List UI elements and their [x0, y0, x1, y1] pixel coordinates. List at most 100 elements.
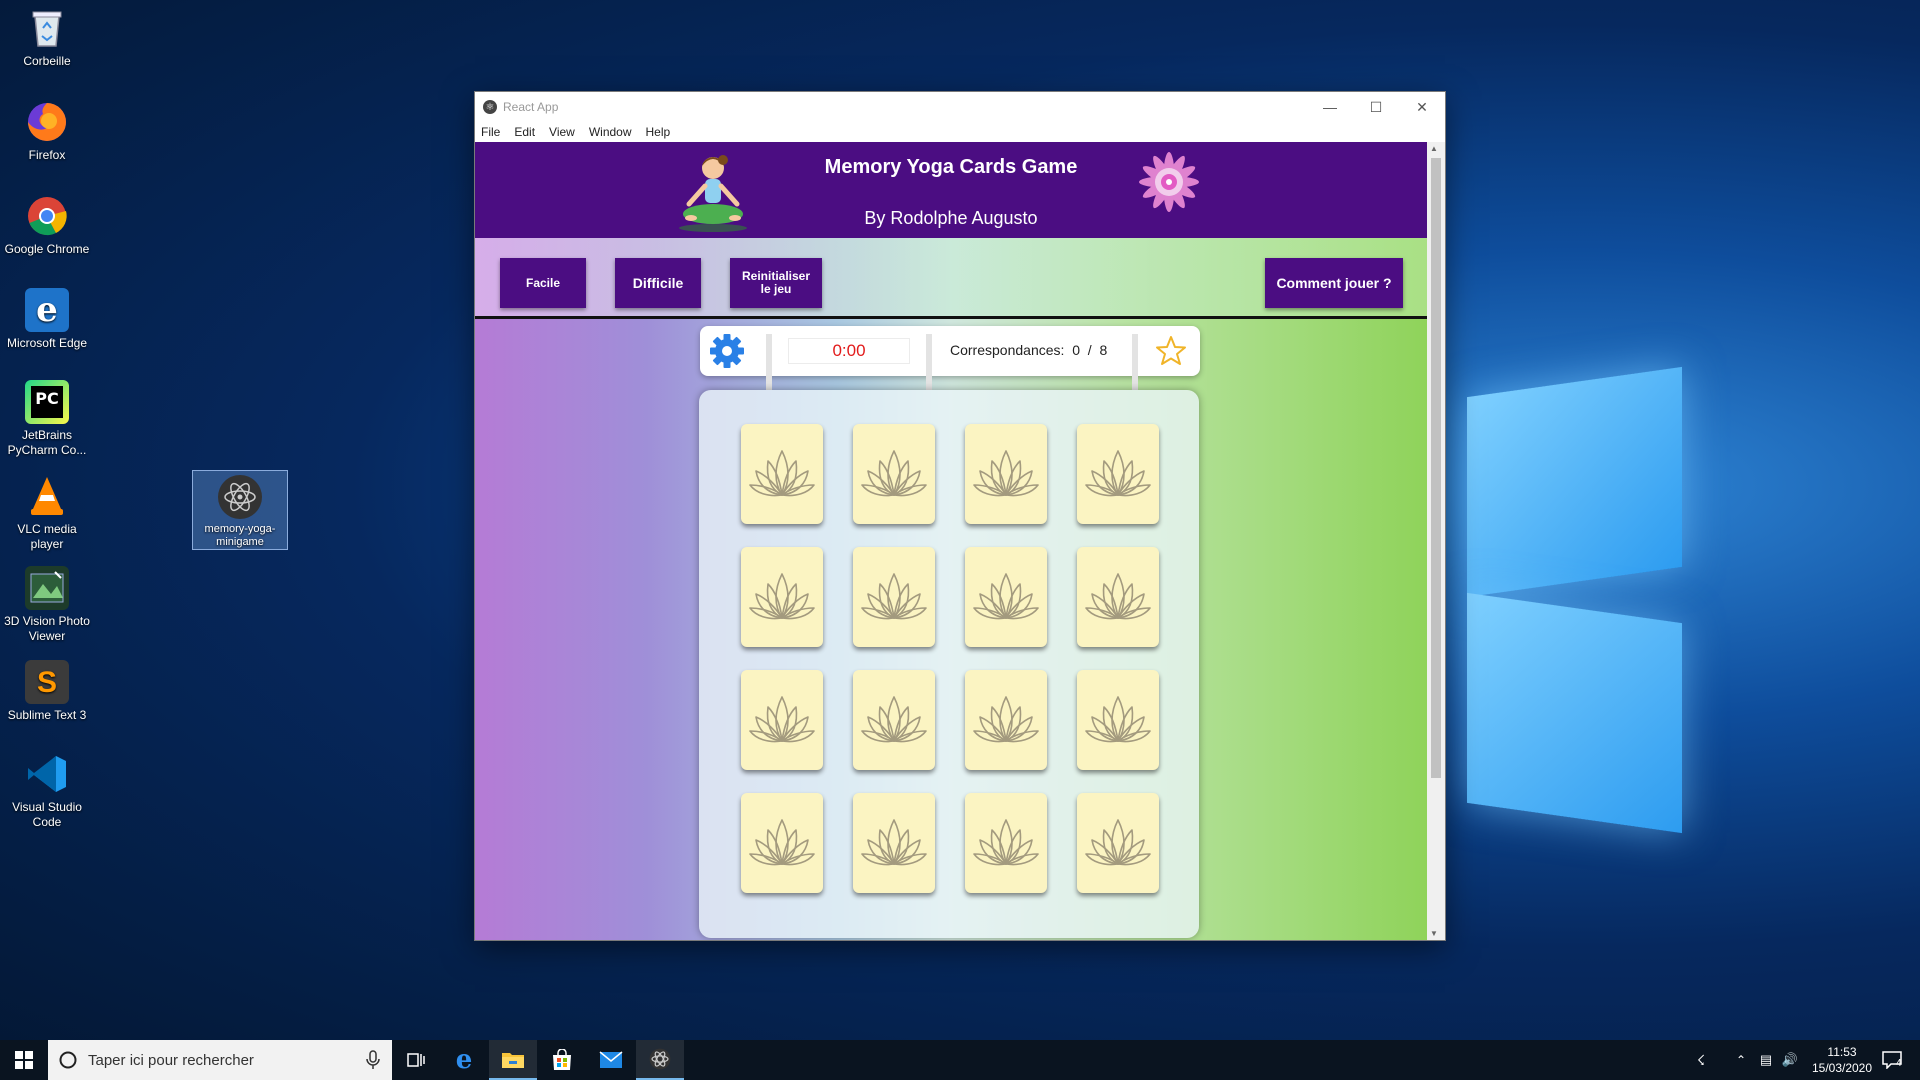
- scrollbar-thumb[interactable]: [1431, 158, 1441, 778]
- desktop-icon-recycle-bin[interactable]: Corbeille: [0, 6, 94, 69]
- game-status-bar: 0:00 Correspondances: 0 / 8: [700, 326, 1200, 390]
- memory-card[interactable]: [853, 424, 935, 524]
- menu-file[interactable]: File: [481, 125, 500, 139]
- desktop-icon-3d-vision[interactable]: 3D Vision Photo Viewer: [0, 566, 94, 644]
- mandala-icon: [1139, 152, 1199, 212]
- game-play-area: Facile Difficile Reinitialiser le jeu Co…: [475, 238, 1427, 940]
- matches-separator: /: [1087, 342, 1092, 358]
- taskbar-file-explorer[interactable]: [489, 1040, 537, 1080]
- easy-button[interactable]: Facile: [500, 258, 586, 308]
- memory-card[interactable]: [853, 793, 935, 893]
- lotus-icon: [1085, 450, 1151, 497]
- desktop-icon-label: Visual Studio Code: [12, 800, 82, 829]
- desktop-icon-label: JetBrains PyCharm Co...: [7, 428, 87, 457]
- taskbar-mail[interactable]: [587, 1040, 635, 1080]
- memory-card[interactable]: [1077, 670, 1159, 770]
- matches-found: 0: [1072, 342, 1080, 358]
- desktop-icon-edge[interactable]: e Microsoft Edge: [0, 288, 94, 351]
- task-view-icon: [407, 1053, 425, 1067]
- memory-card[interactable]: [1077, 424, 1159, 524]
- desktop-icon-label: memory-yoga-minigame: [204, 523, 276, 548]
- star-icon[interactable]: [1154, 334, 1188, 368]
- start-button[interactable]: [0, 1040, 48, 1080]
- scroll-up-icon[interactable]: ▲: [1430, 144, 1438, 153]
- gear-icon[interactable]: [708, 332, 746, 370]
- hard-button[interactable]: Difficile: [615, 258, 701, 308]
- taskbar-electron-app[interactable]: [636, 1040, 684, 1080]
- matches-counter: Correspondances: 0 / 8: [950, 342, 1107, 358]
- window-titlebar[interactable]: ⚛ React App — ☐ ✕: [475, 92, 1445, 122]
- taskbar-clock[interactable]: 11:53 15/03/2020: [1808, 1044, 1876, 1076]
- scroll-down-icon[interactable]: ▼: [1430, 929, 1438, 938]
- game-timer: 0:00: [788, 338, 910, 364]
- desktop-icon-label: Microsoft Edge: [6, 336, 88, 350]
- close-button[interactable]: ✕: [1399, 92, 1445, 122]
- desktop-icon-label: Google Chrome: [4, 242, 90, 256]
- chevron-up-icon[interactable]: ⌃: [1728, 1053, 1754, 1067]
- pycharm-icon: PC: [25, 380, 69, 424]
- recycle-bin-icon: [25, 6, 69, 50]
- desktop-icon-label: VLC media player: [17, 522, 77, 551]
- memory-card[interactable]: [741, 670, 823, 770]
- memory-card[interactable]: [741, 424, 823, 524]
- memory-card[interactable]: [853, 670, 935, 770]
- edge-icon: e: [25, 288, 69, 332]
- desktop-icon-sublime[interactable]: S Sublime Text 3: [0, 660, 94, 723]
- edge-icon: e: [455, 1045, 473, 1075]
- menu-bar: File Edit View Window Help: [475, 122, 1445, 142]
- app-header: Memory Yoga Cards Game By Rodolphe Augus…: [475, 142, 1427, 238]
- desktop-icon-vlc[interactable]: VLC media player: [0, 474, 94, 552]
- reset-game-button[interactable]: Reinitialiser le jeu: [730, 258, 822, 308]
- lotus-icon: [973, 450, 1039, 497]
- network-icon[interactable]: ▤: [1754, 1052, 1778, 1068]
- microphone-icon[interactable]: [366, 1050, 380, 1070]
- menu-edit[interactable]: Edit: [514, 125, 535, 139]
- matches-total: 8: [1099, 342, 1108, 358]
- memory-card[interactable]: [1077, 547, 1159, 647]
- maximize-button[interactable]: ☐: [1353, 92, 1399, 122]
- memory-card[interactable]: [965, 547, 1047, 647]
- lotus-icon: [1085, 819, 1151, 866]
- taskbar-edge[interactable]: e: [440, 1040, 488, 1080]
- memory-card[interactable]: [853, 547, 935, 647]
- lotus-icon: [861, 696, 927, 743]
- windows-logo-wallpaper: [1452, 366, 1702, 834]
- lotus-icon: [973, 819, 1039, 866]
- memory-card[interactable]: [965, 670, 1047, 770]
- menu-help[interactable]: Help: [646, 125, 671, 139]
- lotus-icon: [861, 450, 927, 497]
- desktop-icon-vscode[interactable]: Visual Studio Code: [0, 752, 94, 830]
- desktop-icon-memory-yoga[interactable]: memory-yoga-minigame: [192, 470, 288, 550]
- taskbar-store[interactable]: [538, 1040, 586, 1080]
- memory-card[interactable]: [1077, 793, 1159, 893]
- menu-window[interactable]: Window: [589, 125, 632, 139]
- search-placeholder: Taper ici pour rechercher: [88, 1051, 254, 1069]
- card-board: [699, 390, 1199, 938]
- task-view-button[interactable]: [392, 1040, 440, 1080]
- desktop-icon-firefox[interactable]: Firefox: [0, 100, 94, 163]
- matches-label: Correspondances:: [950, 342, 1065, 358]
- desktop-icon-chrome[interactable]: Google Chrome: [0, 194, 94, 257]
- volume-icon[interactable]: 🔊: [1778, 1052, 1802, 1068]
- action-center-button[interactable]: 4: [1872, 1040, 1912, 1080]
- menu-view[interactable]: View: [549, 125, 575, 139]
- minimize-button[interactable]: —: [1307, 92, 1353, 122]
- app-subtitle: By Rodolphe Augusto: [864, 208, 1038, 228]
- lotus-icon: [861, 819, 927, 866]
- taskbar: Taper ici pour rechercher e ☇ ⌃ ▤ 🔊 11:5…: [0, 1040, 1920, 1080]
- window-title: React App: [503, 100, 559, 114]
- memory-card[interactable]: [741, 793, 823, 893]
- lotus-icon: [749, 573, 815, 620]
- desktop-icon-pycharm[interactable]: PC JetBrains PyCharm Co...: [0, 380, 94, 458]
- taskbar-search-box[interactable]: Taper ici pour rechercher: [48, 1040, 392, 1080]
- lotus-icon: [1085, 573, 1151, 620]
- windows-start-icon: [15, 1051, 33, 1069]
- memory-card[interactable]: [965, 424, 1047, 524]
- how-to-play-button[interactable]: Comment jouer ?: [1265, 258, 1403, 308]
- app-window: ⚛ React App — ☐ ✕ File Edit View Window …: [475, 92, 1445, 940]
- memory-card[interactable]: [741, 547, 823, 647]
- cortana-icon: [59, 1051, 77, 1069]
- memory-card[interactable]: [965, 793, 1047, 893]
- people-icon[interactable]: ☇: [1688, 1052, 1714, 1069]
- vertical-scrollbar[interactable]: ▲ ▼: [1427, 142, 1445, 940]
